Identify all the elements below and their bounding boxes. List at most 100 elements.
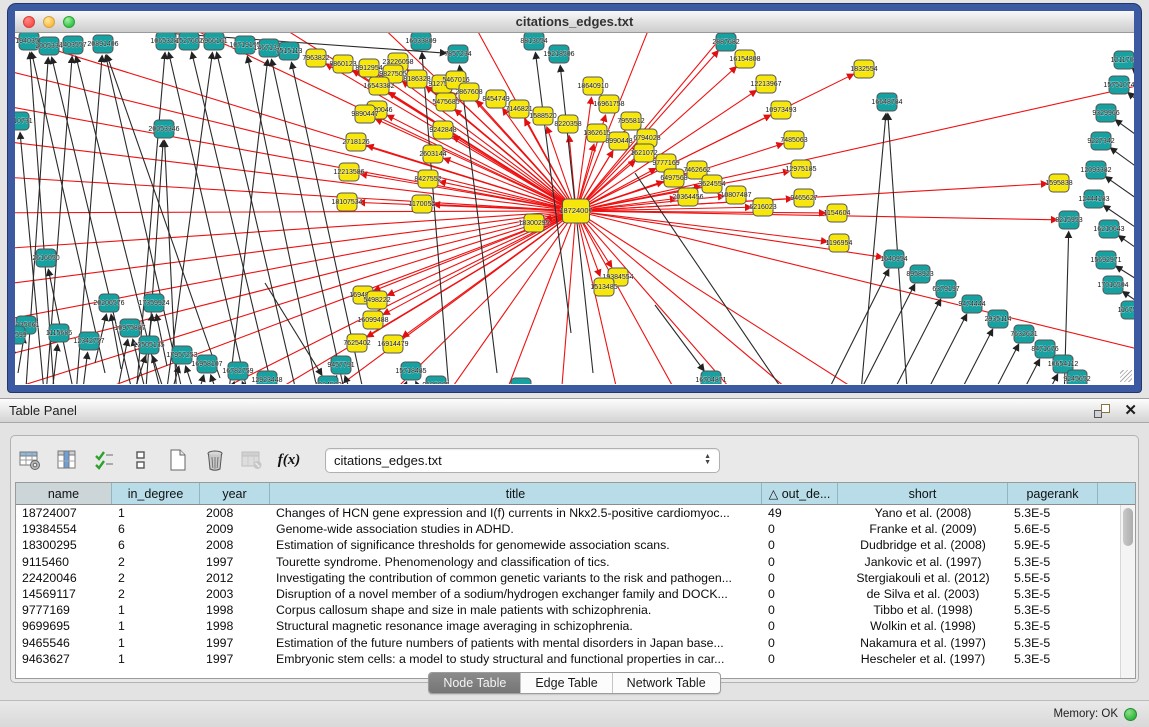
network-edge[interactable] — [119, 340, 128, 383]
cell-year: 1997 — [200, 555, 270, 569]
network-edge[interactable] — [965, 360, 1039, 384]
network-edge[interactable] — [53, 345, 58, 384]
network-node-label: 16958107 — [191, 361, 222, 368]
cell-year: 2012 — [200, 571, 270, 585]
new-document-icon[interactable] — [165, 447, 191, 473]
column-header-in_degree[interactable]: in_degree — [112, 483, 200, 504]
network-edge[interactable] — [655, 305, 704, 370]
resize-grip-icon[interactable] — [1120, 370, 1132, 382]
window-titlebar[interactable]: citations_edges.txt — [15, 11, 1134, 33]
network-edge[interactable] — [169, 53, 250, 384]
network-edge[interactable] — [247, 57, 320, 384]
network-node-label: 1588520 — [529, 113, 556, 120]
network-select-dropdown[interactable]: citations_edges.txt ▲▼ — [325, 448, 720, 473]
network-edge[interactable] — [186, 366, 197, 384]
network-edge[interactable] — [888, 114, 908, 384]
network-edge[interactable] — [576, 211, 955, 384]
network-edge[interactable] — [367, 211, 576, 337]
float-panel-icon[interactable] — [1094, 404, 1110, 418]
network-edge[interactable] — [217, 53, 300, 384]
network-edge[interactable] — [1128, 93, 1134, 115]
cell-title: Estimation of significance thresholds fo… — [270, 538, 762, 552]
table-row[interactable]: 1872400712008Changes of HCN gene express… — [16, 505, 1135, 521]
column-header-out_de[interactable]: △ out_de... — [762, 483, 838, 504]
network-node-label: 1403557 — [59, 42, 86, 49]
cell-out_de: 0 — [762, 538, 838, 552]
network-node-label: 15718485 — [395, 368, 426, 375]
table-row[interactable]: 911546021997Tourette syndrome. Phenomeno… — [16, 554, 1135, 570]
network-edge[interactable] — [576, 211, 827, 242]
table-row[interactable]: 977716911998Corpus callosum shape and si… — [16, 602, 1135, 618]
network-svg[interactable]: 1940355200533414035572089140610653287152… — [15, 33, 1134, 384]
network-edge[interactable] — [15, 211, 576, 213]
network-node-label: 8215953 — [1055, 217, 1082, 224]
network-canvas[interactable]: 1940355200533414035572089140610653287152… — [15, 33, 1134, 384]
close-panel-icon[interactable]: ✕ — [1124, 403, 1137, 418]
table-row[interactable]: 1938455462009Genome-wide association stu… — [16, 521, 1135, 537]
tab-edge-table[interactable]: Edge Table — [521, 673, 612, 693]
column-header-year[interactable]: year — [200, 483, 270, 504]
select-all-icon[interactable] — [91, 447, 117, 473]
column-header-title[interactable]: title — [270, 483, 762, 504]
network-node-label: 2718126 — [342, 139, 369, 146]
table-row[interactable]: 2242004622012Investigating the contribut… — [16, 570, 1135, 586]
network-node-label: 8454749 — [482, 96, 509, 103]
cell-name: 19384554 — [16, 522, 112, 536]
table-row[interactable]: 1830029562008Estimation of significance … — [16, 537, 1135, 553]
column-header-short[interactable]: short — [838, 483, 1008, 504]
cell-in_degree: 1 — [112, 603, 200, 617]
cell-year: 1998 — [200, 603, 270, 617]
network-node-label: 7515113 — [276, 48, 303, 55]
cell-short: Hescheler et al. (1997) — [838, 652, 1008, 666]
network-node-label: 9890447 — [351, 111, 378, 118]
network-edge[interactable] — [395, 211, 576, 384]
cell-short: Wolkin et al. (1998) — [838, 619, 1008, 633]
column-header-pagerank[interactable]: pagerank — [1008, 483, 1098, 504]
table-row[interactable]: 969969511998Structural magnetic resonanc… — [16, 618, 1135, 634]
table-row[interactable]: 946362711997Embryonic stem cells: a mode… — [16, 651, 1135, 667]
tab-node-table[interactable]: Node Table — [429, 673, 521, 693]
cell-in_degree: 1 — [112, 636, 200, 650]
network-edge[interactable] — [1116, 120, 1134, 145]
table-columns-icon[interactable] — [54, 447, 80, 473]
network-edge[interactable] — [83, 353, 88, 384]
network-edge[interactable] — [1106, 177, 1134, 203]
network-edge[interactable] — [195, 376, 204, 384]
minimize-icon[interactable] — [43, 16, 55, 28]
unselect-all-icon[interactable] — [128, 447, 154, 473]
network-edge[interactable] — [860, 114, 886, 384]
network-node-label: 12093382 — [1080, 167, 1111, 174]
tab-network-table[interactable]: Network Table — [613, 673, 720, 693]
network-edge[interactable] — [459, 66, 497, 373]
network-node-label: 1211702 — [1111, 57, 1134, 64]
network-node-label: 20891406 — [87, 41, 118, 48]
network-edge[interactable] — [576, 211, 795, 384]
network-node-label: 7462662 — [683, 167, 710, 174]
cell-short: Stergiakouli et al. (2012) — [838, 571, 1008, 585]
scrollbar-thumb[interactable] — [1123, 508, 1133, 546]
network-edge[interactable] — [983, 375, 1057, 384]
network-node-label: 2616050 — [32, 255, 59, 262]
table-settings-icon[interactable] — [17, 447, 43, 473]
network-edge[interactable] — [1111, 148, 1134, 173]
network-node-label: 15751074 — [1103, 82, 1134, 89]
network-node-label: 9457791 — [327, 362, 354, 369]
close-icon[interactable] — [23, 16, 35, 28]
table-row[interactable]: 1456911722003Disruption of a novel membe… — [16, 586, 1135, 602]
network-edge[interactable] — [576, 98, 591, 211]
table-row[interactable]: 946554611997Estimation of the future num… — [16, 635, 1135, 651]
network-edge[interactable] — [15, 173, 576, 211]
network-node-label: 16961758 — [593, 101, 624, 108]
cell-pagerank: 5.9E-5 — [1008, 538, 1098, 552]
column-header-name[interactable]: name — [16, 483, 112, 504]
trash-icon[interactable] — [202, 447, 228, 473]
zoom-icon[interactable] — [63, 16, 75, 28]
cell-in_degree: 6 — [112, 538, 200, 552]
cell-out_de: 0 — [762, 522, 838, 536]
function-builder-icon[interactable]: f(x) — [276, 447, 302, 473]
network-node-label: 8220358 — [554, 121, 581, 128]
network-node-label: 6379197 — [932, 286, 959, 293]
network-edge[interactable] — [265, 283, 322, 375]
vertical-scrollbar[interactable] — [1120, 505, 1135, 678]
network-edge[interactable] — [814, 270, 889, 384]
